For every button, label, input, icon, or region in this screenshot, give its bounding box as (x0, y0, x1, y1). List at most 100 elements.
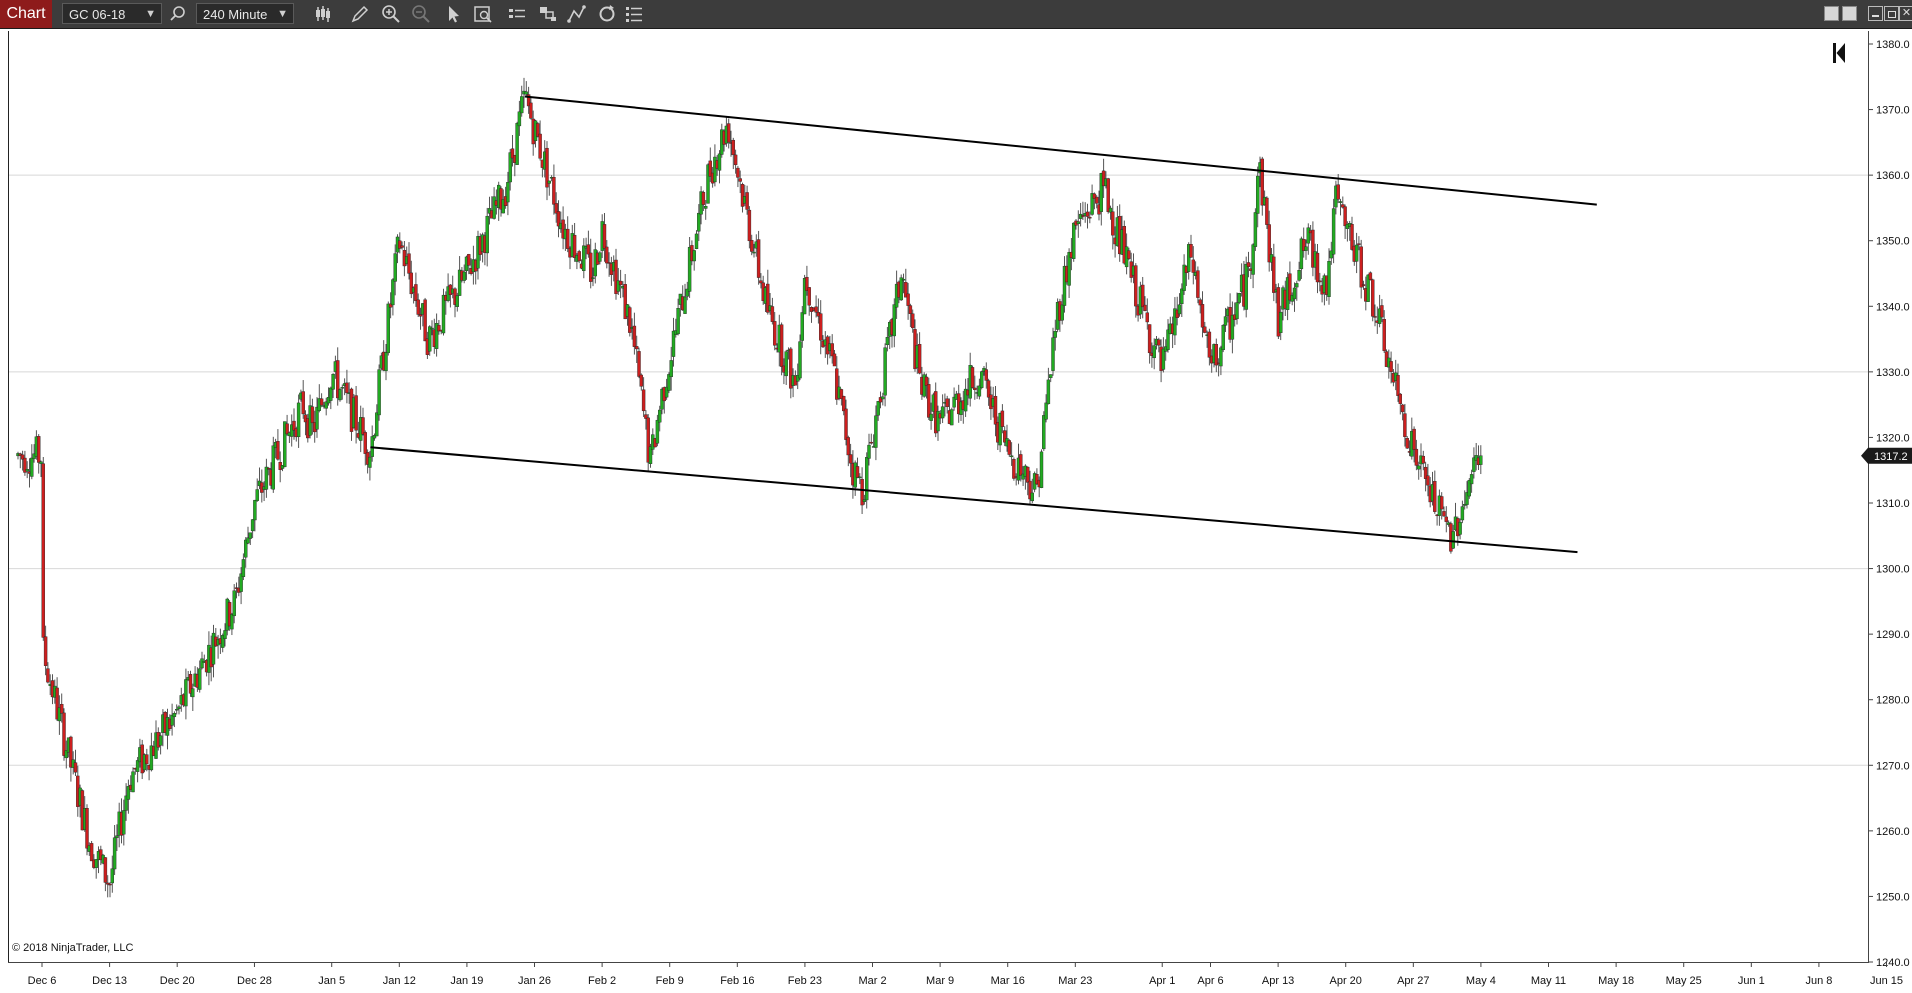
x-tick-label: Dec 6 (28, 975, 57, 987)
candle-up (1416, 465, 1421, 470)
x-tick-label: Jan 5 (318, 975, 345, 987)
candle-up (1046, 379, 1051, 405)
candle-up (547, 180, 551, 184)
candle-up (191, 688, 195, 698)
candle-down (1088, 216, 1092, 219)
grid-lines (9, 174, 1868, 766)
candle-up (250, 519, 255, 532)
candle-down (1368, 272, 1373, 280)
candle-up (517, 111, 522, 127)
candle-up (1221, 325, 1225, 351)
candle-down (566, 228, 570, 249)
candle-up (892, 304, 896, 337)
candle-up (524, 91, 528, 95)
candle-up (25, 469, 29, 472)
candle-down (917, 344, 922, 374)
last-price-marker: 1317.2 (1861, 447, 1912, 464)
scroll-to-start-icon[interactable] (1832, 42, 1846, 64)
candle-up (1044, 402, 1048, 420)
y-tick-label: 1350.0 (1876, 236, 1910, 248)
candle-up (901, 278, 906, 281)
candle-up (386, 303, 390, 354)
candle-up (1177, 304, 1182, 315)
candle-up (515, 123, 519, 165)
candle-down (108, 883, 112, 886)
candle-down (973, 387, 977, 390)
y-tick-label: 1320.0 (1876, 432, 1910, 444)
candle-up (784, 351, 788, 377)
candle-down (319, 398, 324, 406)
candle-down (1143, 304, 1147, 311)
candle-down (844, 408, 848, 440)
candle-down (1439, 496, 1444, 510)
candle-up (1251, 244, 1255, 275)
candle-up (676, 308, 680, 335)
candle-down (361, 417, 365, 435)
candle-down (1019, 454, 1023, 476)
candle-down (529, 102, 533, 119)
candle-down (1007, 440, 1011, 455)
candle-down (701, 191, 706, 205)
candle-up (271, 445, 275, 490)
candle-up (1042, 415, 1046, 450)
candle-up (39, 461, 43, 464)
candle-up (1253, 212, 1258, 247)
candle-down (345, 382, 349, 394)
candle-up (520, 96, 524, 114)
candle-up (1479, 455, 1483, 465)
candle-down (846, 437, 850, 456)
candle-down (1127, 250, 1131, 259)
candle-down (906, 293, 910, 306)
candle-down (1396, 375, 1400, 396)
candle-up (384, 352, 388, 372)
candle-up (1306, 227, 1311, 244)
candle-down (770, 306, 775, 322)
candle-up (158, 735, 163, 746)
candle-down (1421, 455, 1426, 464)
candle-up (368, 456, 372, 468)
candle-up (264, 466, 269, 490)
candle-down (747, 209, 752, 242)
y-tick-label: 1240.0 (1876, 957, 1910, 969)
candle-up (1331, 208, 1336, 255)
candle-up (669, 360, 673, 378)
candle-down (733, 154, 738, 166)
x-tick-label: Feb 23 (788, 975, 822, 987)
x-tick-label: Apr 13 (1262, 975, 1294, 987)
candle-down (970, 367, 975, 388)
candle-up (694, 233, 699, 250)
x-tick-label: Jun 15 (1870, 975, 1903, 987)
candle-up (1060, 304, 1064, 321)
candle-down (814, 306, 818, 313)
upper-channel-trendline (524, 95, 1597, 206)
x-tick-label: Feb 2 (588, 975, 616, 987)
candle-up (200, 658, 204, 669)
candle-up (874, 415, 878, 448)
candle-up (1255, 175, 1260, 214)
x-tick-label: Jan 19 (450, 975, 483, 987)
y-tick-label: 1290.0 (1876, 629, 1910, 641)
candle-up (1295, 283, 1299, 288)
candle-up (1354, 244, 1359, 262)
candle-down (1214, 344, 1219, 366)
candle-up (929, 413, 933, 421)
candle-up (697, 212, 701, 232)
candle-down (993, 395, 998, 425)
y-tick-label: 1330.0 (1876, 367, 1910, 379)
candle-down (1343, 206, 1347, 227)
candle-up (1338, 201, 1343, 203)
candle-up (391, 279, 395, 306)
candle-up (1278, 311, 1283, 334)
candle-down (301, 391, 305, 415)
candle-down (85, 808, 89, 849)
candle-up (1053, 331, 1058, 338)
candle-up (1161, 348, 1166, 370)
candle-down (641, 389, 646, 412)
candle-down (1359, 246, 1363, 288)
candle-down (745, 192, 749, 210)
candle-up (1048, 374, 1053, 379)
candle-up (980, 371, 984, 388)
candle-down (738, 178, 742, 182)
candle-down (354, 395, 358, 431)
price-chart[interactable]: 1240.0 1250.0 1260.0 1270.0 1280.0 1290.0 1300… (0, 0, 1912, 993)
